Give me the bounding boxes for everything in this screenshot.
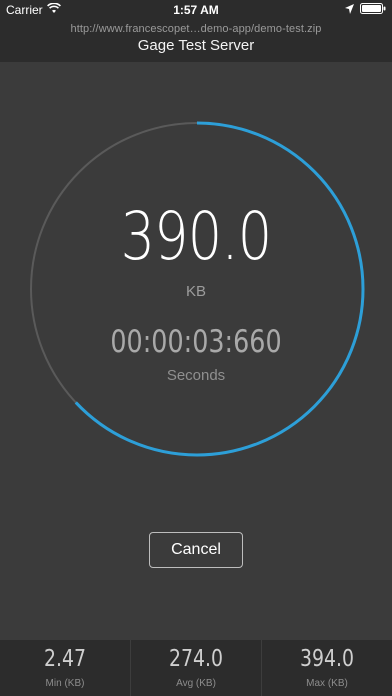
stat-min-value: 2.47 [44,646,86,672]
location-arrow-icon [345,0,354,20]
status-right [345,0,386,20]
header: http://www.francescopet…demo-app/demo-te… [0,20,392,62]
elapsed-unit: Seconds [166,367,226,384]
stats-bar: 2.47 Min (KB) 274.0 Avg (KB) 394.0 Max (… [0,640,392,696]
stat-avg-value: 274.0 [168,646,223,672]
status-bar: Carrier 1:57 AM [0,0,392,20]
downloaded-value: 390.0 [120,198,273,275]
elapsed-time: 00:00:03:660 [110,324,282,360]
server-title: Gage Test Server [137,37,255,54]
stat-min-label: Min (KB) [45,678,85,689]
stat-min: 2.47 Min (KB) [0,640,130,696]
stat-max-label: Max (KB) [306,678,348,689]
stat-max: 394.0 Max (KB) [261,640,392,696]
stat-avg: 274.0 Avg (KB) [130,640,261,696]
cancel-button[interactable]: Cancel [149,532,243,568]
status-time: 1:57 AM [173,3,219,17]
stat-max-value: 394.0 [299,646,354,672]
downloaded-unit: KB [185,283,206,300]
download-url: http://www.francescopet…demo-app/demo-te… [70,23,322,35]
stat-avg-label: Avg (KB) [176,678,216,689]
battery-icon [360,0,386,20]
